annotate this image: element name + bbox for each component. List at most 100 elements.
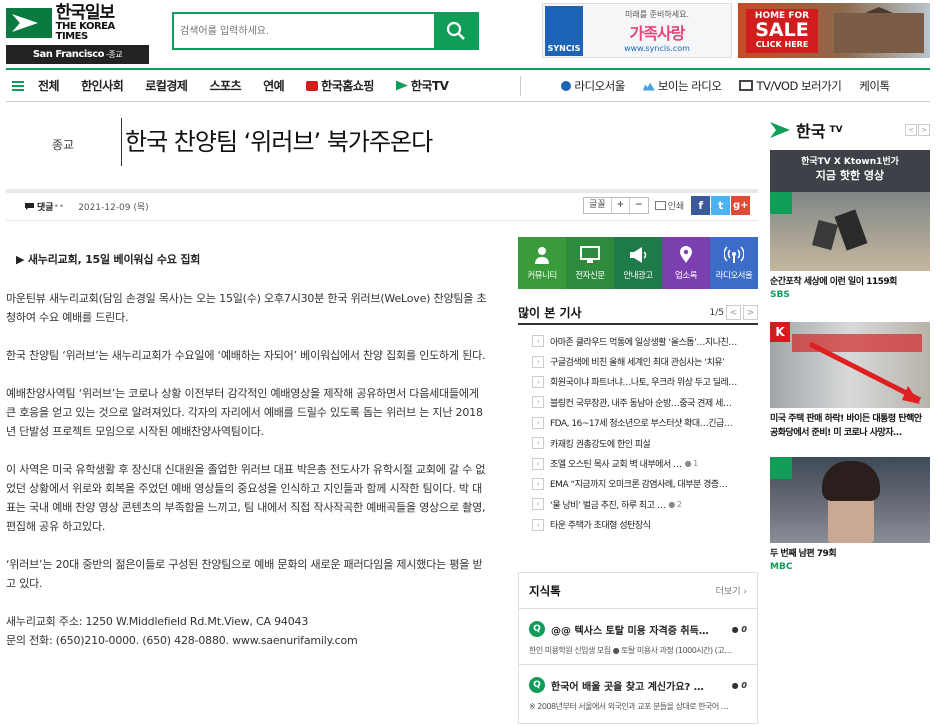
google-plus-share-icon[interactable]: g+ (731, 196, 751, 215)
chevron-right-icon: › (743, 587, 747, 597)
nav-item-sports[interactable]: 스포츠 (209, 77, 241, 94)
prev-arrow-icon[interactable]: < (905, 124, 917, 136)
comment-dots: •• (53, 201, 65, 212)
video-source: MBC (770, 562, 793, 572)
menu-icon[interactable] (12, 80, 24, 91)
search-input[interactable] (174, 14, 434, 48)
comment-icon: ● (731, 680, 739, 690)
popular-item-title: ‘물 낭비’ 벌금 추진, 하루 최고 … (550, 500, 666, 511)
nav-visible-radio[interactable]: 보이는 라디오 (642, 78, 722, 94)
popular-item[interactable]: › 회원국이냐 파트너냐…나토, 우크라 위상 두고 딜레… (518, 372, 758, 392)
radio-icon (724, 245, 744, 264)
ad-headline: 가족사랑 (629, 23, 686, 43)
nav-item-local-economy[interactable]: 로컬경제 (145, 77, 188, 94)
article-paragraph: 한국 찬양팀 ‘위러브’는 새누리교회가 수요일에 ‘예배하는 자되어’ 베이워… (6, 349, 486, 362)
font-increase-button[interactable]: + (612, 198, 631, 213)
print-icon (654, 201, 666, 210)
prev-arrow-icon[interactable]: < (726, 305, 741, 320)
contact-phone: 문의 전화: (650)210-0000. (650) 428-0880. ww… (6, 634, 358, 647)
twitter-share-icon[interactable]: t (711, 196, 731, 215)
chevron-right-icon: › (532, 396, 544, 409)
popular-item[interactable]: › FDA, 16~17세 청소년으로 부스터샷 확대…긴급… (518, 413, 758, 433)
korea-tv-flag-icon (770, 122, 790, 138)
nav-divider (520, 75, 522, 96)
quick-link-directory[interactable]: 업소록 (662, 237, 710, 289)
quick-link-e-newspaper[interactable]: 전자신문 (566, 237, 614, 289)
popular-item-title: 카재킹 권총강도에 한인 피살 (550, 439, 651, 450)
search-bar (172, 12, 479, 50)
sale-line3: CLICK HERE (755, 40, 809, 50)
phone-image (811, 219, 839, 251)
radio-seoul-icon (561, 80, 572, 91)
video-thumbnail (770, 457, 930, 543)
ad-tagline: 미래를 준비하세요. (625, 9, 689, 19)
font-decrease-button[interactable]: − (630, 198, 648, 213)
comment-count-value: 0 (741, 624, 747, 634)
facebook-share-icon[interactable]: f (691, 196, 711, 215)
popular-item[interactable]: › 아마존 클라우드 먹통에 일상생활 ‘올스톱’…지나친… (518, 331, 758, 351)
home-sale-badge: HOME FOR SALE CLICK HERE (746, 9, 818, 53)
font-label: 글꼴 (584, 198, 612, 213)
search-button[interactable] (434, 14, 477, 48)
quick-links: 커뮤니티 전자신문 안내광고 업소록 라디오서울 (518, 237, 758, 289)
print-button[interactable]: 인쇄 (654, 199, 685, 212)
nav-item-home-shopping[interactable]: 한국홈쇼핑 (306, 77, 374, 94)
article-category[interactable]: 종교 (52, 136, 74, 153)
knowledge-talk-title: 지식톡 (529, 583, 561, 598)
popular-item[interactable]: › 타운 주택가 초대형 성탄장식 (518, 515, 758, 535)
nav-tv-vod[interactable]: TV/VOD 보러가기 (739, 78, 842, 94)
knowledge-item[interactable]: Q @@ 텍사스 토탈 미용 자격증 취득… ● 0 한인 미용학원 신입생 모집 … (519, 609, 757, 665)
nav-home-shopping-label: 한국홈쇼핑 (321, 79, 374, 93)
church-address: 새누리교회 주소: 1250 W.Middlefield Rd.Mt.View,… (6, 615, 309, 628)
popular-item[interactable]: › 구글검색에 비친 올해 세계인 최대 관심사는 ‘치유’ (518, 351, 758, 371)
nav-item-korea-tv[interactable]: 한국TV (395, 77, 449, 94)
comment-link[interactable]: 댓글 •• (24, 200, 64, 213)
popular-item[interactable]: › ‘물 낭비’ 벌금 추진, 하루 최고 … ● 2 (518, 494, 758, 514)
nav-item-entertainment[interactable]: 연예 (263, 77, 285, 94)
nav-item-all[interactable]: 전체 (38, 77, 60, 94)
question-badge-icon: Q (529, 677, 545, 693)
nav-item-korean-community[interactable]: 한인사회 (81, 77, 124, 94)
tv-video-card[interactable]: K 미국 주택 판매 하락! 바이든 대통령 탄핵안 공화당에서 준비! 미 코… (770, 322, 930, 440)
syncis-logo: SYNCIS (545, 5, 583, 56)
quick-link-classifieds[interactable]: 안내광고 (614, 237, 662, 289)
nav-katalk[interactable]: 케이톡 (859, 78, 890, 94)
knowledge-item[interactable]: Q 한국어 배울 곳을 찾고 계신가요? … ● 0 ※ 2008년부터 서울에서 … (519, 665, 757, 712)
popular-item-title: 회원국이냐 파트너냐…나토, 우크라 위상 두고 딜레… (550, 378, 737, 389)
logo-english: THE KOREA TIMES (55, 20, 116, 42)
comment-count: ● 0 (732, 625, 747, 634)
quick-link-radio-seoul[interactable]: 라디오서울 (710, 237, 758, 289)
tv-video-card[interactable]: 두 번째 남편 79회 MBC (770, 457, 930, 573)
more-link[interactable]: 더보기 › (716, 584, 747, 597)
korea-tv-logo[interactable]: 한국 TV (770, 118, 843, 142)
korea-tv-header: 한국 TV < > (770, 118, 930, 142)
site-logo[interactable]: 한국일보 THE KOREA TIMES San Francisco -종교 (6, 4, 149, 64)
article-paragraph: ‘위러브’는 20대 중반의 젊은이들로 구성된 찬양팀으로 예배 문화의 새로… (6, 558, 483, 590)
tv-video-card[interactable]: 한국TV X Ktown1번가 지금 핫한 영상 순간포착 세상에 이런 일이 … (770, 150, 930, 301)
video-caption: 두 번째 남편 79회 (770, 549, 837, 559)
next-arrow-icon[interactable]: > (743, 305, 758, 320)
popular-pagination: 1/5 < > (710, 305, 758, 320)
comment-count-value: 0 (741, 680, 747, 690)
ad-url: www.syncis.com (624, 43, 690, 53)
nav-radio-seoul[interactable]: 라디오서울 (561, 78, 625, 94)
edition-label[interactable]: San Francisco -종교 (6, 45, 149, 64)
quick-link-label: 전자신문 (575, 270, 605, 281)
sale-line2: SALE (755, 19, 809, 42)
person-icon (532, 246, 552, 264)
syncis-ad-banner[interactable]: SYNCIS 미래를 준비하세요. 가족사랑 www.syncis.com (542, 3, 732, 58)
home-sale-ad-banner[interactable]: HOME FOR SALE CLICK HERE (738, 3, 930, 58)
quick-link-label: 안내광고 (623, 270, 653, 281)
video-caption: 미국 주택 판매 하락! 바이든 대통령 탄핵안 공화당에서 준비! 미 코로나… (770, 414, 922, 438)
megaphone-icon (628, 246, 648, 264)
search-icon (446, 21, 465, 40)
popular-item[interactable]: › 조엘 오스틴 목사 교회 벽 내부에서 … ● 1 (518, 453, 758, 473)
print-label: 인쇄 (667, 202, 685, 212)
font-size-controls: 글꼴 + − (583, 197, 649, 214)
quick-link-community[interactable]: 커뮤니티 (518, 237, 566, 289)
popular-item[interactable]: › 카재킹 권총강도에 한인 피살 (518, 433, 758, 453)
popular-item[interactable]: › EMA “지금까지 오미크론 감염사례, 대부분 경증… (518, 474, 758, 494)
article-paragraph: 마운틴뷰 새누리교회(담임 손경일 목사)는 오는 15일(수) 오후7시30분… (6, 292, 487, 324)
next-arrow-icon[interactable]: > (918, 124, 930, 136)
popular-item[interactable]: › 블링컨 국무장관, 내주 동남아 순방…중국 견제 세… (518, 392, 758, 412)
